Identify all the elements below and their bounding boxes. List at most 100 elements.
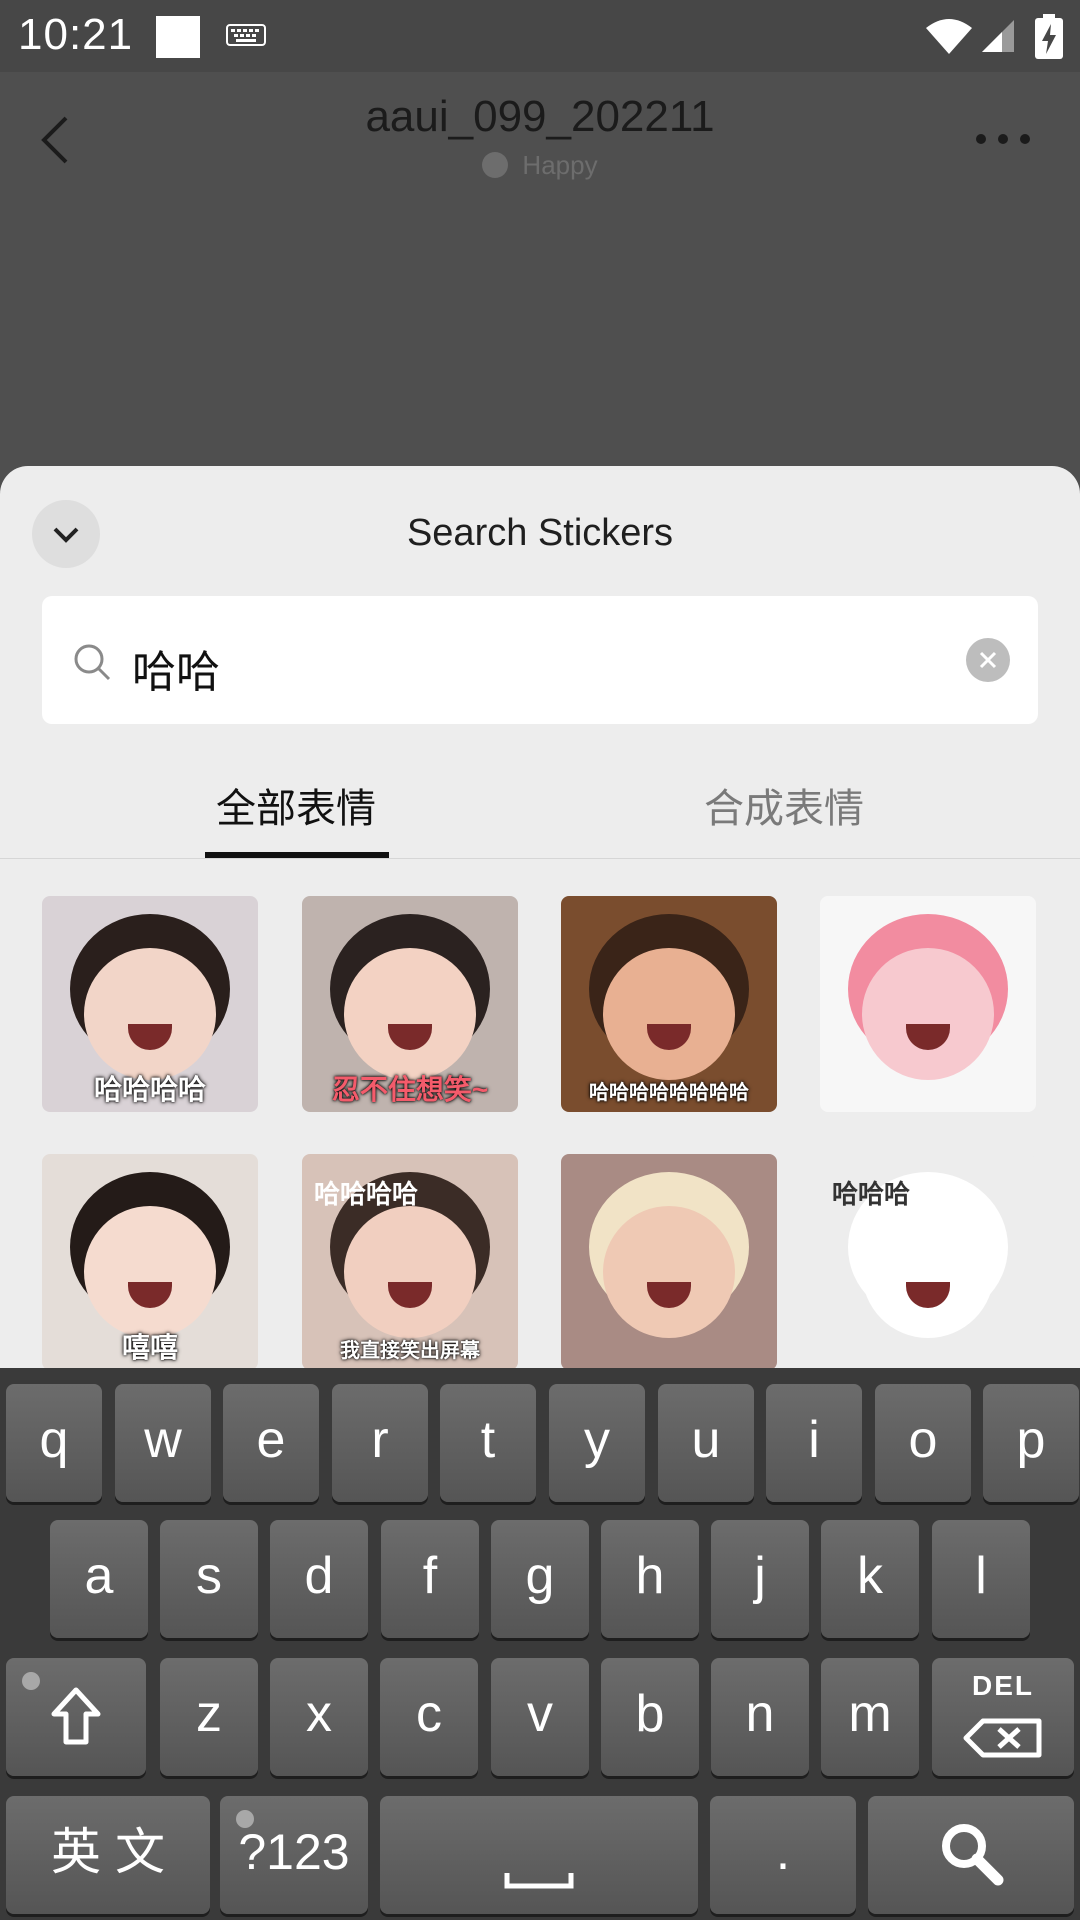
language-key-label: 英 文 (51, 1824, 165, 1880)
key-label: u (691, 1411, 721, 1469)
key-v[interactable]: v (491, 1658, 589, 1776)
symbols-key[interactable]: ?123 (220, 1796, 368, 1914)
sticker-item[interactable]: 哈哈哈哈 (42, 896, 258, 1112)
key-j[interactable]: j (711, 1520, 809, 1638)
sticker-face (603, 948, 735, 1080)
period-key-label: . (775, 1823, 791, 1881)
sticker-search-sheet: Search Stickers 哈哈 全部表情 合成表情 哈哈哈哈 忍不住想笑~ 哈… (0, 466, 1080, 1370)
key-label: v (527, 1685, 553, 1743)
sticker-item[interactable] (561, 1154, 777, 1370)
key-r[interactable]: r (332, 1384, 428, 1502)
period-key[interactable]: . (710, 1796, 856, 1914)
key-m[interactable]: m (821, 1658, 919, 1776)
key-label: s (196, 1547, 222, 1605)
key-f[interactable]: f (381, 1520, 479, 1638)
soft-keyboard: DEL 英 文 ?123 . q w e r t y u i o p a s d f g h j k l z x c v b n… (0, 1368, 1080, 1920)
key-z[interactable]: z (160, 1658, 258, 1776)
sticker-side-text: 哈哈哈哈 (314, 1179, 419, 1209)
key-u[interactable]: u (658, 1384, 754, 1502)
key-label: r (371, 1411, 389, 1469)
close-icon (979, 651, 997, 669)
key-k[interactable]: k (821, 1520, 919, 1638)
key-label: h (635, 1547, 665, 1605)
key-label: g (525, 1547, 555, 1605)
sticker-caption: 哈哈哈哈 (93, 1074, 206, 1105)
key-w[interactable]: w (115, 1384, 211, 1502)
tab-composite-stickers[interactable]: 合成表情 (704, 776, 864, 834)
key-d[interactable]: d (270, 1520, 368, 1638)
search-key[interactable] (868, 1796, 1074, 1914)
signal-icon (982, 20, 1014, 52)
key-t[interactable]: t (440, 1384, 536, 1502)
sticker-item[interactable]: 哈哈哈 (820, 1154, 1036, 1370)
sticker-item[interactable]: 哈哈哈哈我直接笑出屏幕 (302, 1154, 518, 1370)
sticker-item[interactable]: 忍不住想笑~ (302, 896, 518, 1112)
sticker-item[interactable]: 哈哈哈哈哈哈哈哈 (561, 896, 777, 1112)
key-l[interactable]: l (932, 1520, 1030, 1638)
status-bar: 10:21 (0, 0, 1080, 72)
key-label: d (304, 1547, 334, 1605)
shift-key[interactable] (6, 1658, 146, 1776)
key-label: b (635, 1685, 665, 1743)
key-label: k (857, 1547, 883, 1605)
sticker-face (344, 1206, 476, 1338)
key-n[interactable]: n (711, 1658, 809, 1776)
key-c[interactable]: c (380, 1658, 478, 1776)
key-g[interactable]: g (491, 1520, 589, 1638)
key-label: i (808, 1411, 820, 1469)
sticker-face (862, 1206, 994, 1338)
key-label: x (306, 1685, 332, 1743)
search-query[interactable]: 哈哈 (132, 636, 220, 700)
sticker-search-input[interactable]: 哈哈 (42, 596, 1038, 724)
key-label: l (975, 1547, 987, 1605)
status-time: 10:21 (18, 10, 134, 59)
wifi-icon (926, 19, 972, 54)
key-label: n (745, 1685, 775, 1743)
sticker-side-text: 哈哈哈 (832, 1179, 911, 1209)
symbols-key-label: ?123 (238, 1824, 350, 1880)
delete-key[interactable]: DEL (932, 1658, 1074, 1776)
space-key[interactable] (380, 1796, 698, 1914)
space-icon (504, 1873, 574, 1889)
key-label: t (480, 1411, 496, 1469)
language-key[interactable]: 英 文 (6, 1796, 210, 1914)
key-x[interactable]: x (270, 1658, 368, 1776)
sticker-item[interactable] (820, 896, 1036, 1112)
key-label: p (1016, 1411, 1046, 1469)
key-label: a (84, 1547, 114, 1605)
sticker-tabs: 全部表情 合成表情 (0, 752, 1080, 859)
key-label: y (584, 1411, 610, 1469)
key-b[interactable]: b (601, 1658, 699, 1776)
chat-status: Happy (0, 150, 1080, 181)
sticker-caption: 哈哈哈哈哈哈哈哈 (589, 1082, 749, 1104)
sticker-face (862, 948, 994, 1080)
shift-icon (51, 1687, 101, 1745)
delete-icon (963, 1718, 1042, 1758)
key-s[interactable]: s (160, 1520, 258, 1638)
key-label: w (144, 1411, 182, 1469)
clear-search-button[interactable] (966, 638, 1010, 682)
key-label: z (196, 1685, 222, 1743)
key-e[interactable]: e (223, 1384, 319, 1502)
key-a[interactable]: a (50, 1520, 148, 1638)
sheet-title: Search Stickers (406, 512, 674, 554)
chat-status-label: Happy (522, 150, 598, 180)
tab-all-stickers[interactable]: 全部表情 (216, 776, 376, 834)
sticker-face (603, 1206, 735, 1338)
key-label: j (754, 1547, 766, 1605)
search-icon (74, 644, 111, 681)
sticker-caption: 我直接笑出屏幕 (340, 1340, 480, 1362)
sticker-face (344, 948, 476, 1080)
key-label: o (908, 1411, 938, 1469)
key-p[interactable]: p (983, 1384, 1079, 1502)
key-label: f (422, 1547, 438, 1605)
sticker-face (84, 948, 216, 1080)
key-i[interactable]: i (766, 1384, 862, 1502)
key-label: q (39, 1411, 69, 1469)
sticker-item[interactable]: 嘻嘻 (42, 1154, 258, 1370)
key-y[interactable]: y (549, 1384, 645, 1502)
key-o[interactable]: o (875, 1384, 971, 1502)
key-q[interactable]: q (6, 1384, 102, 1502)
more-icon[interactable] (976, 134, 1030, 148)
key-h[interactable]: h (601, 1520, 699, 1638)
